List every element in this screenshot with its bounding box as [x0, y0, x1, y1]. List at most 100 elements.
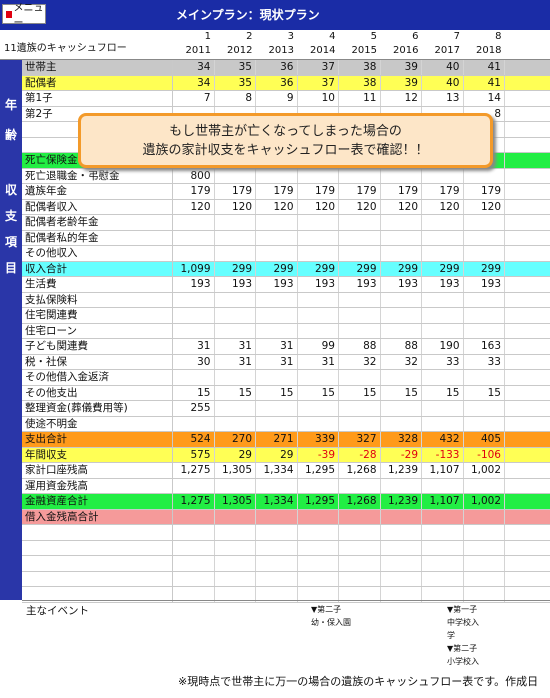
table-cell[interactable]: 1,107: [422, 463, 464, 478]
table-cell[interactable]: [215, 540, 256, 555]
table-cell[interactable]: -29: [381, 447, 422, 462]
table-cell[interactable]: [339, 571, 381, 586]
table-cell[interactable]: 1,239: [381, 463, 422, 478]
table-cell[interactable]: 299: [256, 261, 298, 276]
table-cell[interactable]: 8: [215, 91, 256, 106]
table-cell[interactable]: 575: [173, 447, 215, 462]
table-cell[interactable]: 120: [256, 199, 298, 214]
table-cell[interactable]: 11: [339, 91, 381, 106]
table-cell[interactable]: [298, 556, 339, 571]
table-cell[interactable]: 29: [256, 447, 298, 462]
table-cell[interactable]: -106: [464, 447, 505, 462]
table-cell[interactable]: [381, 556, 422, 571]
table-cell[interactable]: -133: [422, 447, 464, 462]
table-cell[interactable]: [464, 230, 505, 245]
menu-button[interactable]: メニュー: [2, 3, 46, 29]
table-cell[interactable]: [215, 370, 256, 385]
table-cell[interactable]: 800: [173, 168, 215, 183]
table-cell[interactable]: [422, 525, 464, 540]
table-cell[interactable]: [298, 323, 339, 338]
table-cell[interactable]: [256, 370, 298, 385]
table-cell[interactable]: -39: [298, 447, 339, 462]
table-cell[interactable]: 29: [215, 447, 256, 462]
table-cell[interactable]: 88: [339, 339, 381, 354]
table-cell[interactable]: [422, 168, 464, 183]
table-cell[interactable]: [422, 292, 464, 307]
table-cell[interactable]: [215, 292, 256, 307]
table-cell[interactable]: 299: [215, 261, 256, 276]
table-cell[interactable]: [381, 571, 422, 586]
table-cell[interactable]: 7: [173, 91, 215, 106]
table-cell[interactable]: 271: [256, 432, 298, 447]
table-cell[interactable]: 15: [339, 385, 381, 400]
table-cell[interactable]: [464, 323, 505, 338]
table-cell[interactable]: 299: [464, 261, 505, 276]
table-cell[interactable]: 9: [256, 91, 298, 106]
table-cell[interactable]: [215, 401, 256, 416]
table-cell[interactable]: [339, 525, 381, 540]
table-cell[interactable]: 179: [422, 184, 464, 199]
table-cell[interactable]: [422, 556, 464, 571]
table-cell[interactable]: [256, 571, 298, 586]
table-cell[interactable]: 10: [298, 91, 339, 106]
table-cell[interactable]: 179: [215, 184, 256, 199]
table-cell[interactable]: [464, 571, 505, 586]
table-cell[interactable]: 38: [339, 75, 381, 90]
table-cell[interactable]: [215, 215, 256, 230]
table-cell[interactable]: 1,275: [173, 494, 215, 509]
table-cell[interactable]: 1,334: [256, 494, 298, 509]
table-cell[interactable]: 15: [422, 385, 464, 400]
table-cell[interactable]: 190: [422, 339, 464, 354]
table-cell[interactable]: [464, 370, 505, 385]
table-cell[interactable]: [464, 540, 505, 555]
table-cell[interactable]: 35: [215, 75, 256, 90]
table-cell[interactable]: [256, 401, 298, 416]
table-cell[interactable]: [339, 540, 381, 555]
table-cell[interactable]: [339, 556, 381, 571]
table-cell[interactable]: 299: [298, 261, 339, 276]
table-cell[interactable]: [381, 416, 422, 431]
table-cell[interactable]: [464, 401, 505, 416]
table-cell[interactable]: 193: [339, 277, 381, 292]
table-cell[interactable]: 179: [339, 184, 381, 199]
table-cell[interactable]: [173, 308, 215, 323]
table-cell[interactable]: [339, 509, 381, 524]
table-cell[interactable]: 1,268: [339, 463, 381, 478]
table-cell[interactable]: 39: [381, 75, 422, 90]
table-cell[interactable]: 15: [298, 385, 339, 400]
table-cell[interactable]: [256, 215, 298, 230]
table-cell[interactable]: [173, 509, 215, 524]
table-cell[interactable]: 15: [381, 385, 422, 400]
table-cell[interactable]: [173, 215, 215, 230]
table-cell[interactable]: [256, 478, 298, 493]
table-cell[interactable]: [173, 323, 215, 338]
table-cell[interactable]: 179: [464, 184, 505, 199]
table-cell[interactable]: 432: [422, 432, 464, 447]
table-cell[interactable]: 327: [339, 432, 381, 447]
table-cell[interactable]: 34: [173, 60, 215, 75]
table-cell[interactable]: [256, 540, 298, 555]
table-cell[interactable]: [173, 370, 215, 385]
table-cell[interactable]: 36: [256, 75, 298, 90]
table-cell[interactable]: [298, 370, 339, 385]
table-cell[interactable]: 34: [173, 75, 215, 90]
table-cell[interactable]: [298, 168, 339, 183]
table-cell[interactable]: [381, 401, 422, 416]
table-cell[interactable]: 37: [298, 75, 339, 90]
table-cell[interactable]: 120: [339, 199, 381, 214]
table-cell[interactable]: [298, 308, 339, 323]
table-cell[interactable]: 32: [339, 354, 381, 369]
table-cell[interactable]: [215, 416, 256, 431]
table-cell[interactable]: [256, 556, 298, 571]
table-cell[interactable]: [339, 292, 381, 307]
table-cell[interactable]: [464, 246, 505, 261]
table-cell[interactable]: [422, 509, 464, 524]
table-cell[interactable]: [256, 525, 298, 540]
table-cell[interactable]: [256, 230, 298, 245]
table-cell[interactable]: 38: [339, 60, 381, 75]
table-cell[interactable]: 40: [422, 75, 464, 90]
table-cell[interactable]: [215, 230, 256, 245]
table-cell[interactable]: [339, 416, 381, 431]
table-cell[interactable]: [215, 509, 256, 524]
table-cell[interactable]: 339: [298, 432, 339, 447]
